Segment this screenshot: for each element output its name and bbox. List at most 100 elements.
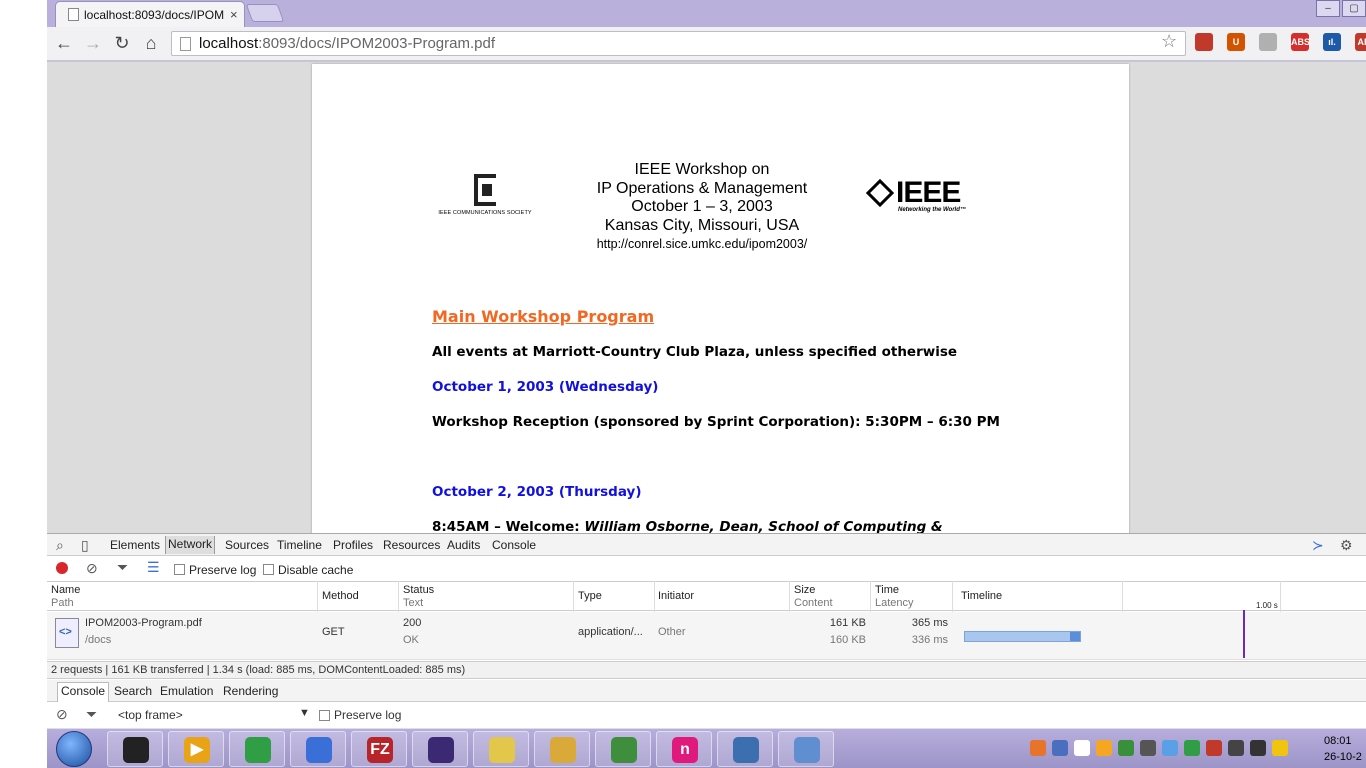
pdf-viewer[interactable]: IEEE COMMUNICATIONS SOCIETY IEEE Worksho… bbox=[47, 62, 1366, 533]
tab-audits[interactable]: Audits bbox=[447, 538, 480, 552]
n-app-icon: n bbox=[672, 737, 698, 763]
table-row[interactable]: IPOM2003-Program.pdf/docs GET 200OK appl… bbox=[47, 612, 1366, 660]
tray-cloud-icon[interactable] bbox=[1162, 740, 1178, 756]
tray-app-icon[interactable] bbox=[1030, 740, 1046, 756]
network-toolbar: ⊘ ⏷ ☰ Preserve log Disable cache bbox=[47, 557, 1366, 581]
tab-network[interactable]: Network bbox=[165, 536, 216, 554]
circle-ext-icon[interactable] bbox=[1259, 33, 1277, 51]
drawer-tab-search[interactable]: Search bbox=[114, 684, 152, 698]
col-time[interactable]: Time Latency bbox=[875, 584, 914, 610]
tray-battery-icon[interactable] bbox=[1228, 740, 1244, 756]
forward-icon[interactable]: → bbox=[82, 32, 104, 54]
bookmark-star-icon[interactable]: ☆ bbox=[1161, 31, 1177, 52]
tab-profiles[interactable]: Profiles bbox=[333, 538, 373, 552]
home-icon[interactable]: ⌂ bbox=[140, 32, 162, 54]
reception-line: Workshop Reception (sponsored by Sprint … bbox=[432, 414, 1000, 430]
tray-o-icon[interactable] bbox=[1096, 740, 1112, 756]
ieee-diamond-icon bbox=[865, 178, 895, 208]
network-app[interactable] bbox=[290, 731, 346, 767]
tray-network-icon[interactable] bbox=[1052, 740, 1068, 756]
devtools-tabs: ⌕ ▯ Elements Network Sources Timeline Pr… bbox=[47, 534, 1366, 556]
clear-icon[interactable]: ⊘ bbox=[86, 560, 98, 577]
col-type[interactable]: Type bbox=[578, 590, 602, 603]
media-player-app[interactable] bbox=[107, 731, 163, 767]
header-line: October 1 – 3, 2003 bbox=[631, 198, 773, 215]
chrome-window: localhost:8093/docs/IPOM × – ▢ ← → ↻ ⌂ l… bbox=[47, 0, 1366, 768]
explorer-app[interactable] bbox=[534, 731, 590, 767]
drawer-tab-console[interactable]: Console bbox=[57, 682, 110, 702]
request-name-cell: IPOM2003-Program.pdf/docs bbox=[85, 617, 202, 646]
col-name[interactable]: Name Path bbox=[51, 584, 80, 610]
address-bar[interactable]: localhost :8093/docs/IPOM2003-Program.pd… bbox=[171, 31, 1186, 56]
console-preserve-log-checkbox[interactable] bbox=[319, 710, 330, 721]
eclipse-app[interactable] bbox=[412, 731, 468, 767]
n-app[interactable]: n bbox=[656, 731, 712, 767]
reload-icon[interactable]: ↻ bbox=[111, 32, 133, 54]
taskbar-clock[interactable]: 08:01 26-10-2 bbox=[1324, 733, 1362, 765]
settings-gear-icon[interactable]: ⚙ bbox=[1340, 537, 1353, 554]
back-icon[interactable]: ← bbox=[53, 32, 75, 54]
record-icon[interactable] bbox=[56, 562, 68, 574]
clock-time: 08:01 bbox=[1324, 735, 1352, 747]
col-method[interactable]: Method bbox=[322, 590, 359, 603]
device-mode-icon[interactable]: ▯ bbox=[81, 537, 89, 554]
tray-adobe-icon[interactable] bbox=[1206, 740, 1222, 756]
drawer-tab-rendering[interactable]: Rendering bbox=[223, 684, 278, 698]
adblock-ext-icon[interactable]: ABS bbox=[1291, 33, 1310, 51]
chrome-app-icon bbox=[245, 737, 271, 763]
tab-resources[interactable]: Resources bbox=[383, 538, 440, 552]
request-method: GET bbox=[322, 626, 345, 638]
filter-icon[interactable]: ⏷ bbox=[86, 706, 97, 723]
close-tab-icon[interactable]: × bbox=[230, 7, 238, 22]
col-size[interactable]: Size Content bbox=[794, 584, 833, 610]
tray-security-icon[interactable] bbox=[1118, 740, 1134, 756]
frame-select[interactable]: <top frame> bbox=[118, 708, 183, 722]
adblock-plus-ext-icon[interactable]: AB bbox=[1355, 33, 1366, 51]
network-summary: 2 requests | 161 KB transferred | 1.34 s… bbox=[47, 661, 1366, 679]
notes-app[interactable] bbox=[473, 731, 529, 767]
maximize-button[interactable]: ▢ bbox=[1342, 0, 1366, 17]
media-app[interactable]: ▶ bbox=[168, 731, 224, 767]
list-view-icon[interactable]: ☰ bbox=[147, 559, 160, 576]
tray-drive-icon[interactable] bbox=[1272, 740, 1288, 756]
col-status[interactable]: Status Text bbox=[403, 584, 434, 610]
drawer-tabs: Console Search Emulation Rendering bbox=[47, 680, 1366, 702]
bookmark-ext-icon[interactable] bbox=[1195, 33, 1213, 51]
tray-signal-icon[interactable] bbox=[1250, 740, 1266, 756]
tab-elements[interactable]: Elements bbox=[110, 538, 160, 552]
tray-volume-icon[interactable] bbox=[1140, 740, 1156, 756]
tab-sources[interactable]: Sources bbox=[225, 538, 269, 552]
console-drawer-icon[interactable]: ≻ bbox=[1312, 537, 1324, 554]
chevron-down-icon[interactable]: ▼ bbox=[299, 707, 310, 719]
preserve-log-checkbox[interactable] bbox=[174, 564, 185, 575]
chart-app[interactable] bbox=[595, 731, 651, 767]
media-app-icon: ▶ bbox=[184, 737, 210, 763]
tray-flag-icon[interactable] bbox=[1074, 740, 1090, 756]
load-marker-line bbox=[1243, 610, 1245, 658]
chart-ext-icon[interactable]: ıl. bbox=[1323, 33, 1341, 51]
comsoc-logo-text: IEEE COMMUNICATIONS SOCIETY bbox=[438, 210, 532, 216]
tray-chrome-icon[interactable] bbox=[1184, 740, 1200, 756]
drawer-tab-emulation[interactable]: Emulation bbox=[160, 684, 213, 698]
clear-console-icon[interactable]: ⊘ bbox=[56, 706, 68, 723]
python-app[interactable] bbox=[717, 731, 773, 767]
paint-app[interactable] bbox=[778, 731, 834, 767]
ublock-ext-icon[interactable]: U bbox=[1227, 33, 1245, 51]
chrome-app[interactable] bbox=[229, 731, 285, 767]
start-button[interactable] bbox=[56, 731, 92, 767]
col-timeline[interactable]: Timeline bbox=[961, 590, 1002, 603]
notes-app-icon bbox=[489, 737, 515, 763]
disable-cache-checkbox[interactable] bbox=[263, 564, 274, 575]
browser-tab[interactable]: localhost:8093/docs/IPOM × bbox=[55, 1, 245, 27]
tab-console[interactable]: Console bbox=[492, 538, 536, 552]
filter-icon[interactable]: ⏷ bbox=[117, 559, 128, 576]
minimize-button[interactable]: – bbox=[1316, 0, 1340, 17]
request-time: 365 ms 336 ms bbox=[911, 617, 948, 646]
filezilla-app[interactable]: FZ bbox=[351, 731, 407, 767]
tab-timeline[interactable]: Timeline bbox=[277, 538, 322, 552]
col-initiator[interactable]: Initiator bbox=[658, 590, 694, 603]
timeline-tick: 1.00 s bbox=[1256, 601, 1278, 610]
new-tab-button[interactable] bbox=[245, 4, 285, 22]
inspect-search-icon[interactable]: ⌕ bbox=[56, 537, 64, 554]
chart-app-icon bbox=[611, 737, 637, 763]
